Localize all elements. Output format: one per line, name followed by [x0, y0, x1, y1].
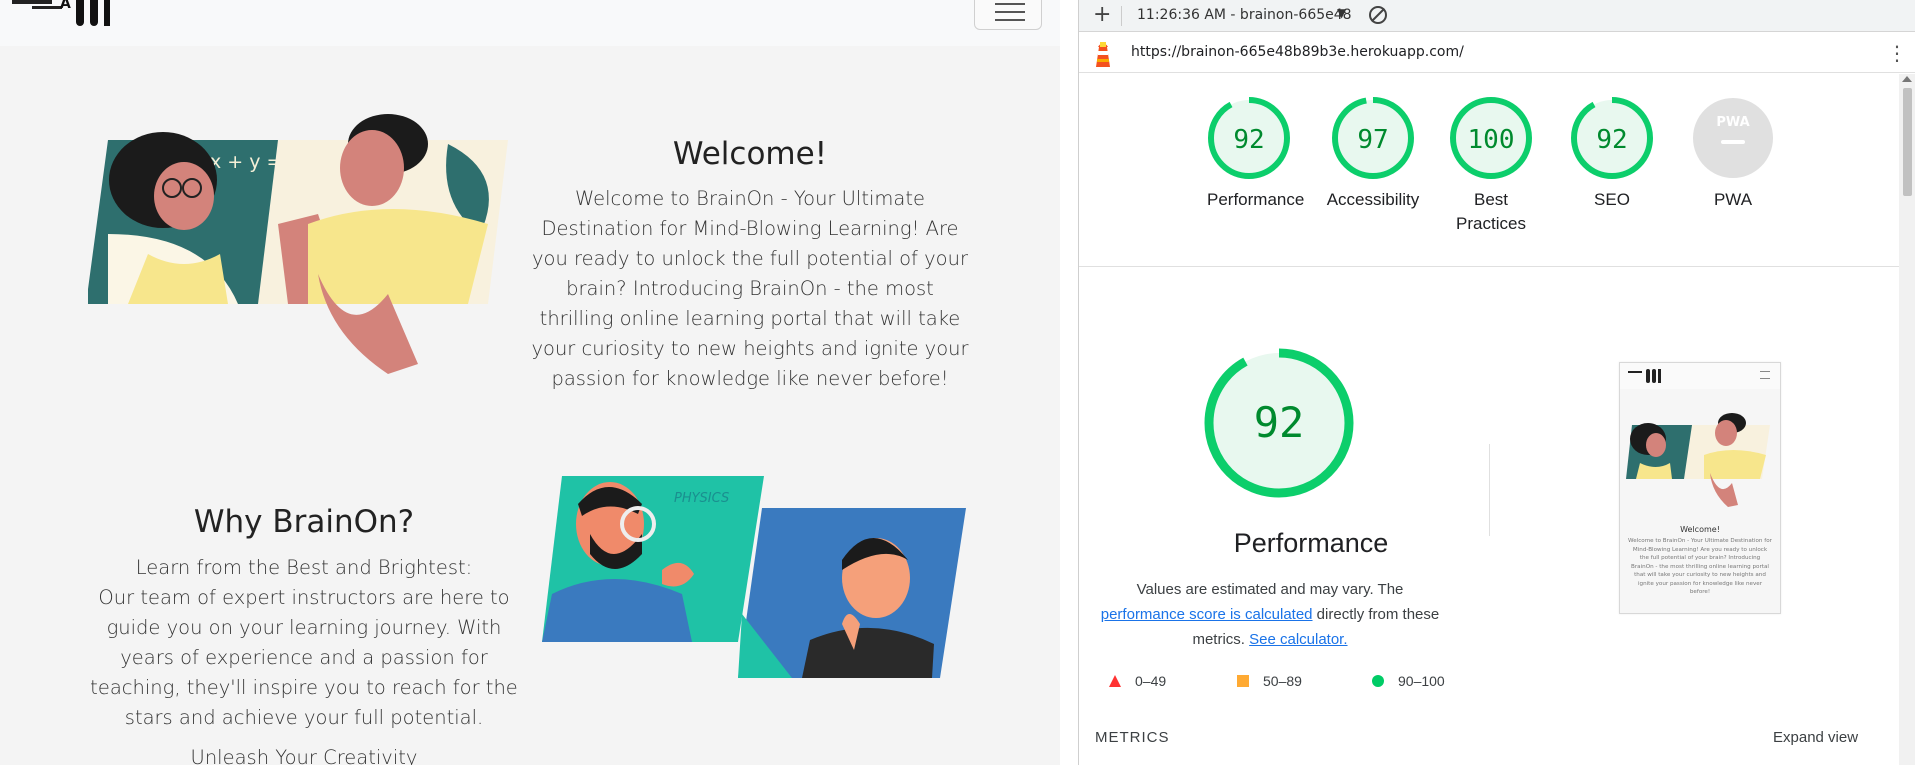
legend-range: 0–49 — [1135, 673, 1167, 689]
report-selector[interactable]: 11:26:36 AM - brainon-665e48 — [1137, 7, 1352, 23]
text-line: your curiosity to new heights and ignite… — [531, 337, 969, 360]
square-icon — [1237, 675, 1249, 687]
legend-range: 50–89 — [1263, 673, 1302, 689]
gauge-label: PWA — [1713, 190, 1753, 209]
desc-text: Values are estimated and may vary. The — [1136, 581, 1404, 598]
gauge-performance[interactable]: 92 Performance — [1207, 96, 1305, 212]
gauge-ring: 92 — [1571, 97, 1653, 179]
new-report-button[interactable]: + — [1093, 3, 1111, 27]
metrics-section-label: METRICS — [1095, 729, 1170, 746]
performance-score: 92 — [1254, 398, 1305, 447]
svg-text:A: A — [60, 0, 71, 12]
circle-icon — [1372, 675, 1384, 687]
text-line: Learn from the Best and Brightest: — [135, 556, 473, 579]
more-options-icon[interactable]: ⋮ — [1887, 39, 1907, 67]
performance-description: Values are estimated and may vary. The p… — [1097, 577, 1443, 652]
lighthouse-logo-icon — [1096, 42, 1110, 67]
gauge-pwa[interactable]: PWA PWA — [1691, 96, 1775, 212]
panel-scrollbar-thumb[interactable] — [1903, 88, 1912, 196]
report-url-bar: https://brainon-665e48b89b3e.herokuapp.c… — [1079, 33, 1915, 73]
text-line: thrilling online learning portal that wi… — [539, 307, 961, 330]
welcome-heading: Welcome! — [672, 136, 828, 172]
clear-reports-icon[interactable] — [1369, 6, 1387, 24]
text-line: years of experience and a passion for — [120, 646, 488, 669]
see-calculator-link[interactable]: See calculator. — [1249, 631, 1347, 648]
page-screenshot-thumbnail[interactable]: Welcome! Welcome to BrainOn - Your Ultim… — [1619, 362, 1781, 614]
thumb-illustration — [1626, 413, 1770, 507]
thumb-heading: Welcome! — [1680, 525, 1720, 534]
text-line: passion for knowledge like never before! — [551, 367, 949, 390]
thumb-menu-icon — [1760, 371, 1770, 379]
gauge-label: Best Practices — [1456, 190, 1526, 233]
lighthouse-toolbar: + 11:26:36 AM - brainon-665e48 ▼ — [1079, 0, 1915, 32]
brainon-logo[interactable]: A — [12, 0, 140, 32]
gauge-label: Accessibility — [1326, 190, 1420, 209]
gauge-score: 100 — [1468, 125, 1515, 155]
gauge-seo[interactable]: 92 SEO — [1570, 96, 1654, 212]
welcome-paragraph: Welcome to BrainOn - Your Ultimate Desti… — [530, 184, 970, 394]
toolbar-divider — [1121, 6, 1122, 26]
gauge-accessibility[interactable]: 97 Accessibility — [1327, 96, 1419, 212]
gauge-best-practices[interactable]: 100 Best Practices — [1449, 96, 1533, 236]
physics-label: PHYSICS — [674, 491, 729, 506]
score-calculated-link[interactable]: performance score is calculated — [1101, 606, 1313, 623]
website-viewport: A x + y = a Welcome! Welcome to BrainOn … — [0, 0, 1060, 765]
gauge-ring: 100 — [1450, 97, 1532, 179]
text-line: Our team of expert instructors are here … — [98, 586, 510, 609]
text-line: you ready to unlock the full potential o… — [532, 247, 968, 270]
text-line: Destination for Mind-Blowing Learning! A… — [541, 217, 959, 240]
gauge-score: 97 — [1357, 125, 1388, 155]
thumb-navbar — [1620, 363, 1780, 389]
site-navbar: A — [0, 0, 1060, 46]
text-line: Unleash Your Creativity — [190, 746, 418, 765]
scroll-up-arrow-icon[interactable] — [1902, 76, 1912, 82]
gauge-label: Performance — [1207, 190, 1305, 209]
physics-illustration: PHYSICS — [542, 476, 966, 678]
why-brainon-heading: Why BrainOn? — [193, 504, 415, 540]
gauge-ring: 97 — [1332, 97, 1414, 179]
why-brainon-paragraph: Learn from the Best and Brightest: Our t… — [84, 553, 524, 765]
text-line: Welcome to BrainOn - Your Ultimate — [575, 187, 925, 210]
dropdown-caret-icon[interactable]: ▼ — [1337, 6, 1346, 20]
thumb-logo-icon — [1628, 369, 1661, 383]
thumb-paragraph: Welcome to BrainOn - Your Ultimate Desti… — [1628, 538, 1772, 595]
gauge-label: SEO — [1594, 190, 1630, 209]
legend-range: 90–100 — [1398, 673, 1445, 689]
expand-view-toggle[interactable]: Expand view — [1773, 729, 1858, 746]
gauge-ring: 92 — [1208, 97, 1290, 179]
triangle-icon — [1109, 675, 1121, 687]
audited-url[interactable]: https://brainon-665e48b89b3e.herokuapp.c… — [1131, 44, 1464, 60]
devtools-lighthouse-panel: + 11:26:36 AM - brainon-665e48 ▼ https:/… — [1078, 0, 1915, 765]
vertical-divider — [1489, 444, 1490, 536]
gauge-score: 92 — [1596, 125, 1627, 155]
text-line: guide you on your learning journey. With — [106, 616, 502, 639]
performance-main-gauge: 92 — [1204, 348, 1354, 498]
teacher-student-illustration: x + y = a — [88, 114, 508, 374]
pwa-badge-icon: PWA — [1693, 98, 1773, 178]
menu-toggle-button[interactable] — [974, 0, 1042, 30]
text-line: stars and achieve your full potential. — [124, 706, 484, 729]
performance-title: Performance — [1233, 528, 1389, 558]
section-divider — [1079, 266, 1901, 267]
text-line: brain? Introducing BrainOn - the most — [566, 277, 934, 300]
pwa-badge-text: PWA — [1716, 115, 1749, 130]
gauge-score: 92 — [1233, 125, 1264, 155]
text-line: teaching, they'll inspire you to reach f… — [90, 676, 518, 699]
